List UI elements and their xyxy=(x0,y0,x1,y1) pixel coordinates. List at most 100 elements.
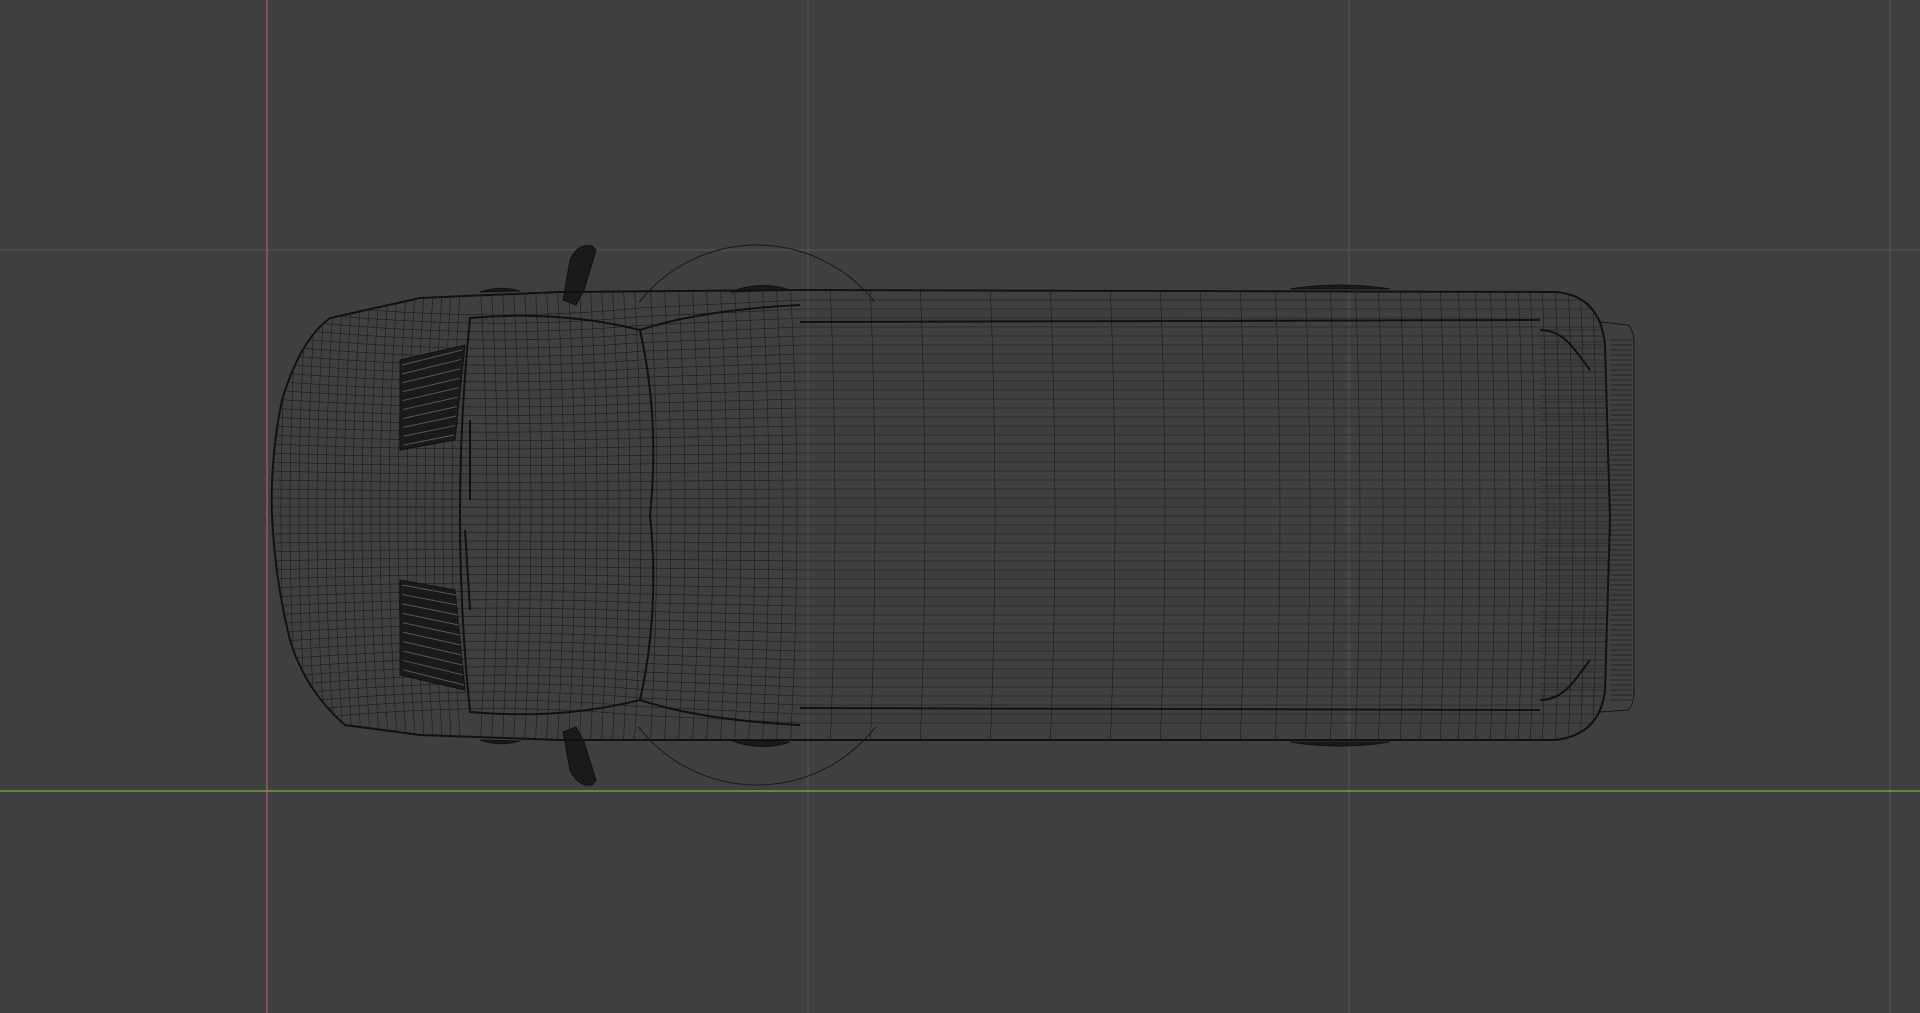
mesh-edge xyxy=(271,524,1610,526)
mesh-edge xyxy=(1541,290,1548,740)
roof-rail-bottom xyxy=(799,707,1541,711)
mesh-edge xyxy=(677,290,686,740)
mesh-edge xyxy=(633,290,642,740)
side-detail-bottom-2 xyxy=(1289,741,1391,747)
mesh-edge xyxy=(1517,290,1524,740)
mesh-edge xyxy=(545,290,554,740)
mesh-edge xyxy=(578,290,587,740)
mesh-edge xyxy=(989,290,996,740)
mesh-edge xyxy=(271,299,1610,316)
van-wire-mesh xyxy=(271,290,1610,740)
mesh-edge xyxy=(271,666,1610,679)
side-detail-bottom-3 xyxy=(479,739,521,745)
mesh-edge xyxy=(829,290,836,740)
mesh-edge xyxy=(271,389,1610,399)
van-wireframe-model[interactable] xyxy=(270,244,1635,786)
mesh-edge xyxy=(1399,290,1406,740)
mesh-edge xyxy=(1489,290,1496,740)
mesh-edge xyxy=(388,290,399,740)
mesh-edge xyxy=(271,599,1610,607)
side-detail-top-3 xyxy=(479,287,521,293)
mesh-edge xyxy=(271,407,1610,416)
mesh-edge xyxy=(271,335,1610,349)
mesh-edge xyxy=(271,632,1610,643)
mesh-edge xyxy=(271,616,1610,625)
mesh-edge xyxy=(271,353,1610,366)
mesh-edge xyxy=(1377,290,1384,740)
mesh-edge xyxy=(271,574,1610,580)
mesh-edge xyxy=(397,290,408,740)
mesh-edge xyxy=(761,290,770,740)
mesh-edge xyxy=(271,683,1610,697)
mesh-edge xyxy=(719,290,728,740)
mesh-edge xyxy=(1439,290,1446,740)
mesh-edge xyxy=(271,591,1610,598)
mesh-edge xyxy=(775,290,784,740)
mesh-edge xyxy=(479,290,488,740)
mesh-edge xyxy=(611,290,620,740)
mesh-edge xyxy=(1591,290,1598,740)
mesh-edge xyxy=(501,290,510,740)
mesh-edge xyxy=(789,290,798,740)
mesh-edge xyxy=(1529,290,1536,740)
viewport-grid xyxy=(0,0,1920,1013)
mesh-edge xyxy=(919,290,926,740)
mesh-edge xyxy=(271,582,1610,589)
mesh-edge xyxy=(271,532,1610,535)
mesh-edge xyxy=(271,398,1610,408)
mesh-edge xyxy=(271,565,1610,571)
mesh-edge xyxy=(406,290,417,740)
mesh-edge xyxy=(1504,290,1511,740)
mesh-edge xyxy=(1109,290,1116,740)
mesh-edge xyxy=(1567,290,1574,740)
mesh-edge xyxy=(1329,290,1336,740)
mesh-edge xyxy=(1199,290,1206,740)
mesh-edge xyxy=(1419,290,1426,740)
hood-windshield-edge xyxy=(459,314,655,716)
mesh-edge xyxy=(271,540,1610,544)
mesh-edge xyxy=(271,624,1610,634)
mesh-edge xyxy=(691,290,700,740)
mesh-edge xyxy=(1159,290,1166,740)
mesh-edge xyxy=(747,290,756,740)
mesh-edge xyxy=(869,290,876,740)
mesh-edge xyxy=(589,290,598,740)
rear-bumper-detail xyxy=(1610,339,1632,701)
mesh-edge xyxy=(1304,290,1311,740)
mesh-edge xyxy=(307,290,318,740)
mesh-edge xyxy=(271,641,1610,652)
mesh-edge xyxy=(271,674,1610,688)
viewport-axes xyxy=(0,0,1920,1013)
roof-rail-top xyxy=(799,319,1541,323)
mesh-edge xyxy=(1274,290,1281,740)
mesh-edge xyxy=(271,326,1610,341)
mesh-edge xyxy=(512,290,521,740)
wiper-right xyxy=(464,529,471,611)
side-detail-top-2 xyxy=(1289,284,1391,290)
mesh-edge xyxy=(534,290,543,740)
3d-viewport[interactable] xyxy=(0,0,1920,1013)
viewport-scene[interactable] xyxy=(0,0,1920,1013)
mesh-edge xyxy=(1474,290,1481,740)
mesh-edge xyxy=(523,290,532,740)
mesh-edge xyxy=(343,290,354,740)
mesh-edge xyxy=(271,549,1610,553)
mesh-edge xyxy=(271,344,1610,358)
mesh-edge xyxy=(271,607,1610,616)
mesh-edge xyxy=(1239,290,1246,740)
mesh-edge xyxy=(271,557,1610,562)
mesh-edge xyxy=(600,290,609,740)
mesh-edge xyxy=(379,290,390,740)
mesh-edge xyxy=(271,506,1610,508)
mesh-edge xyxy=(271,708,1610,724)
mesh-edge xyxy=(271,380,1610,391)
mesh-edge xyxy=(289,290,300,740)
mesh-edge xyxy=(271,691,1610,706)
van-body-outline xyxy=(270,288,1612,741)
mesh-edge xyxy=(733,290,742,740)
mesh-edge xyxy=(1457,290,1464,740)
mesh-edge xyxy=(1554,290,1561,740)
mesh-edge xyxy=(1579,290,1586,740)
mesh-edge xyxy=(556,290,565,740)
mesh-edge xyxy=(280,290,291,740)
